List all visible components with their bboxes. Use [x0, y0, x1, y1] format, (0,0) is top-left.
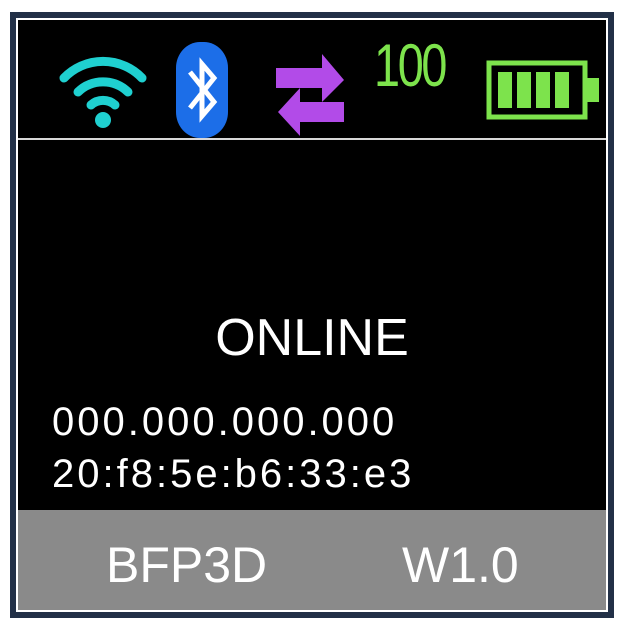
wifi-icon: [59, 56, 147, 128]
ip-address: 000.000.000.000: [52, 400, 398, 444]
device-name: BFP3D: [106, 537, 268, 593]
device-frame: 100 ONLINE 000.000.000.000 20:f8:5e:b6:3…: [10, 12, 614, 618]
lcd-screen: 100 ONLINE 000.000.000.000 20:f8:5e:b6:3…: [16, 18, 608, 612]
footer-bar: BFP3D W1.0: [18, 510, 606, 610]
status-divider: [18, 138, 606, 140]
firmware-version: W1.0: [402, 537, 519, 593]
mac-address: 20:f8:5e:b6:33:e3: [52, 452, 415, 496]
connection-status: ONLINE: [215, 309, 409, 367]
battery-percent-label: 100: [374, 32, 447, 99]
transfer-arrows-icon: [276, 54, 344, 136]
status-bar: 100: [18, 20, 606, 138]
bluetooth-icon: [176, 42, 228, 138]
battery-icon: [486, 60, 599, 120]
